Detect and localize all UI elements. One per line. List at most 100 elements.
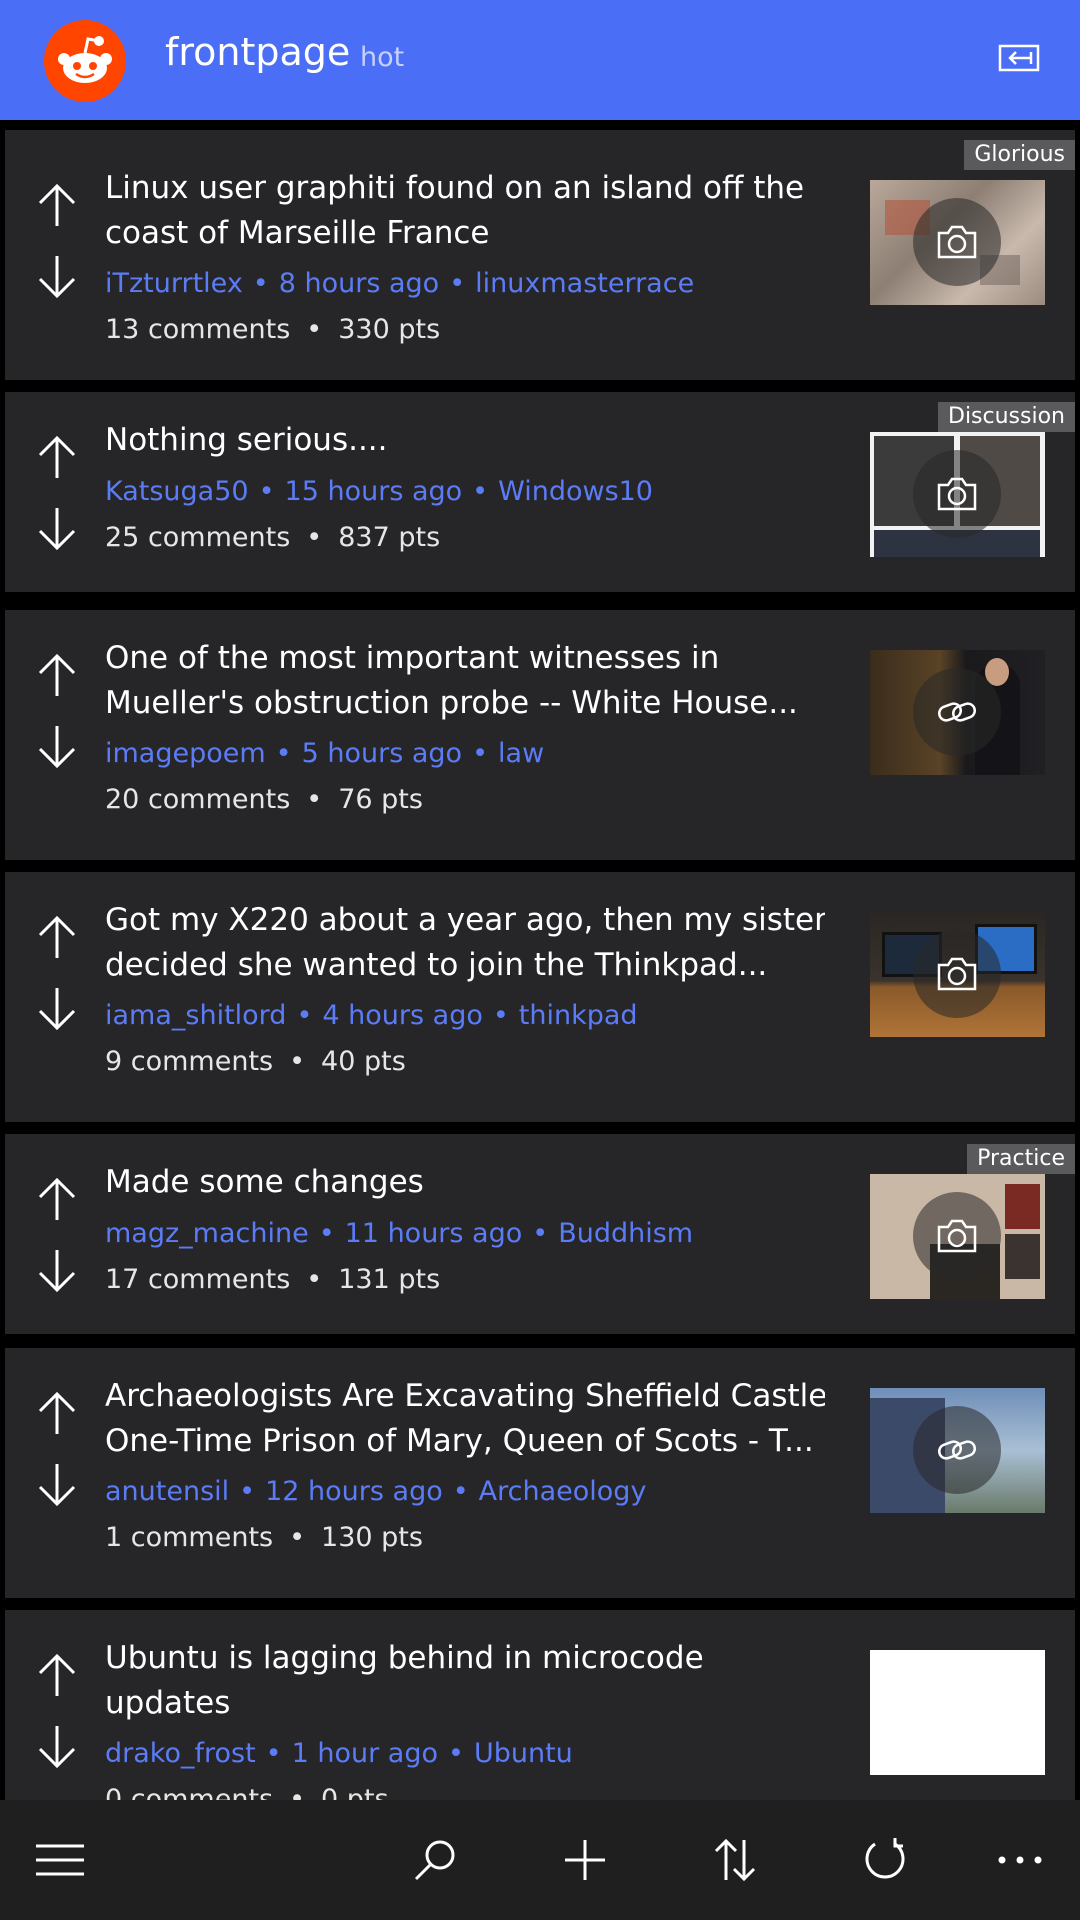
post-title-line[interactable]: Got my X220 about a year ago, then my si… — [105, 898, 825, 943]
post-stats: 17 comments • 131 pts — [105, 1264, 440, 1295]
post-subreddit[interactable]: Buddhism — [558, 1218, 693, 1249]
post-card[interactable]: Archaeologists Are Excavating Sheffield … — [5, 1348, 1075, 1598]
separator: • — [306, 1264, 323, 1295]
camera-icon — [913, 930, 1001, 1018]
comment-count[interactable]: 1 comments — [105, 1522, 273, 1553]
post-author[interactable]: anutensil — [105, 1476, 229, 1507]
post-title-line[interactable]: One-Time Prison of Mary, Queen of Scots … — [105, 1419, 825, 1464]
points-count: 0 pts — [321, 1784, 389, 1800]
app-header: frontpage hot — [0, 0, 1080, 120]
post-title-line[interactable]: Mueller's obstruction probe -- White Hou… — [105, 681, 825, 726]
post-author[interactable]: iama_shitlord — [105, 1000, 286, 1031]
separator: • — [306, 784, 323, 815]
post-card[interactable]: Ubuntu is lagging behind in microcode up… — [5, 1610, 1075, 1800]
upvote-icon[interactable] — [35, 1388, 79, 1438]
post-title-line[interactable]: Made some changes — [105, 1160, 825, 1205]
separator: • — [265, 1738, 282, 1769]
upvote-icon[interactable] — [35, 1174, 79, 1224]
sort-mode-label[interactable]: hot — [360, 42, 404, 73]
comment-count[interactable]: 9 comments — [105, 1046, 273, 1077]
upvote-icon[interactable] — [35, 180, 79, 230]
back-arrow-box-icon[interactable] — [998, 44, 1040, 74]
thumbnail-picture — [1005, 1234, 1040, 1279]
post-meta: iTzturrtlex • 8 hours ago • linuxmasterrace — [105, 268, 694, 299]
separator: • — [275, 738, 292, 769]
post-thumbnail[interactable] — [870, 650, 1045, 775]
reddit-alien-icon[interactable] — [44, 20, 126, 102]
separator: • — [296, 1000, 313, 1031]
post-stats: 13 comments • 330 pts — [105, 314, 440, 345]
downvote-icon[interactable] — [35, 1460, 79, 1510]
more-icon[interactable] — [992, 1832, 1048, 1888]
separator: • — [258, 476, 275, 507]
separator: • — [318, 1218, 335, 1249]
points-count: 130 pts — [321, 1522, 423, 1553]
post-thumbnail[interactable] — [870, 432, 1045, 557]
comment-count[interactable]: 20 comments — [105, 784, 290, 815]
post-thumbnail[interactable] — [870, 912, 1045, 1037]
upvote-icon[interactable] — [35, 650, 79, 700]
post-thumbnail[interactable] — [870, 1650, 1045, 1775]
post-meta: iama_shitlord • 4 hours ago • thinkpad — [105, 1000, 638, 1031]
post-card[interactable]: Glorious Linux user graphiti found on an… — [5, 130, 1075, 380]
post-title-line[interactable]: Archaeologists Are Excavating Sheffield … — [105, 1374, 825, 1419]
comment-count[interactable]: 13 comments — [105, 314, 290, 345]
comment-count[interactable]: 25 comments — [105, 522, 290, 553]
upvote-icon[interactable] — [35, 912, 79, 962]
post-time: 11 hours ago — [344, 1218, 523, 1249]
post-title-line[interactable]: Nothing serious.... — [105, 418, 825, 463]
comment-count[interactable]: 17 comments — [105, 1264, 290, 1295]
downvote-icon[interactable] — [35, 984, 79, 1034]
post-stats: 0 comments • 0 pts — [105, 1784, 389, 1800]
post-card[interactable]: Got my X220 about a year ago, then my si… — [5, 872, 1075, 1122]
post-title-line[interactable]: One of the most important witnesses in — [105, 636, 825, 681]
comment-count[interactable]: 0 comments — [105, 1784, 273, 1800]
post-title-line[interactable]: coast of Marseille France — [105, 211, 825, 256]
post-card[interactable]: Practice Made some changes magz_machine •… — [5, 1134, 1075, 1334]
app-bar — [0, 1800, 1080, 1920]
downvote-icon[interactable] — [35, 722, 79, 772]
separator: • — [289, 1046, 306, 1077]
upvote-icon[interactable] — [35, 1650, 79, 1700]
separator: • — [492, 1000, 509, 1031]
post-thumbnail[interactable] — [870, 1174, 1045, 1299]
post-thumbnail[interactable] — [870, 1388, 1045, 1513]
post-feed[interactable]: Glorious Linux user graphiti found on an… — [0, 120, 1080, 1800]
separator: • — [472, 738, 489, 769]
downvote-icon[interactable] — [35, 252, 79, 302]
post-meta: drako_frost • 1 hour ago • Ubuntu — [105, 1738, 573, 1769]
post-thumbnail[interactable] — [870, 180, 1045, 305]
post-subreddit[interactable]: Windows10 — [498, 476, 653, 507]
post-subreddit[interactable]: linuxmasterrace — [475, 268, 694, 299]
downvote-icon[interactable] — [35, 1722, 79, 1772]
upvote-icon[interactable] — [35, 432, 79, 482]
post-meta: Katsuga50 • 15 hours ago • Windows10 — [105, 476, 653, 507]
post-author[interactable]: imagepoem — [105, 738, 266, 769]
search-icon[interactable] — [407, 1832, 463, 1888]
post-subreddit[interactable]: law — [498, 738, 544, 769]
post-subreddit[interactable]: Ubuntu — [474, 1738, 573, 1769]
downvote-icon[interactable] — [35, 1246, 79, 1296]
post-title-line[interactable]: decided she wanted to join the Thinkpad.… — [105, 943, 825, 988]
sort-icon[interactable] — [707, 1832, 763, 1888]
post-title-line[interactable]: Ubuntu is lagging behind in microcode — [105, 1636, 825, 1681]
add-icon[interactable] — [557, 1832, 613, 1888]
post-title-line[interactable]: Linux user graphiti found on an island o… — [105, 166, 825, 211]
post-flair: Glorious — [964, 140, 1075, 170]
post-subreddit[interactable]: thinkpad — [519, 1000, 638, 1031]
post-title-line[interactable]: updates — [105, 1681, 825, 1726]
post-author[interactable]: drako_frost — [105, 1738, 256, 1769]
downvote-icon[interactable] — [35, 504, 79, 554]
post-subreddit[interactable]: Archaeology — [479, 1476, 647, 1507]
menu-icon[interactable] — [32, 1832, 88, 1888]
post-author[interactable]: magz_machine — [105, 1218, 309, 1249]
refresh-icon[interactable] — [857, 1832, 913, 1888]
separator: • — [452, 1476, 469, 1507]
points-count: 40 pts — [321, 1046, 406, 1077]
post-author[interactable]: Katsuga50 — [105, 476, 249, 507]
post-time: 12 hours ago — [265, 1476, 443, 1507]
camera-icon — [913, 198, 1001, 286]
post-author[interactable]: iTzturrtlex — [105, 268, 243, 299]
post-card[interactable]: Discussion Nothing serious.... Katsuga50… — [5, 392, 1075, 592]
post-card[interactable]: One of the most important witnesses in M… — [5, 610, 1075, 860]
